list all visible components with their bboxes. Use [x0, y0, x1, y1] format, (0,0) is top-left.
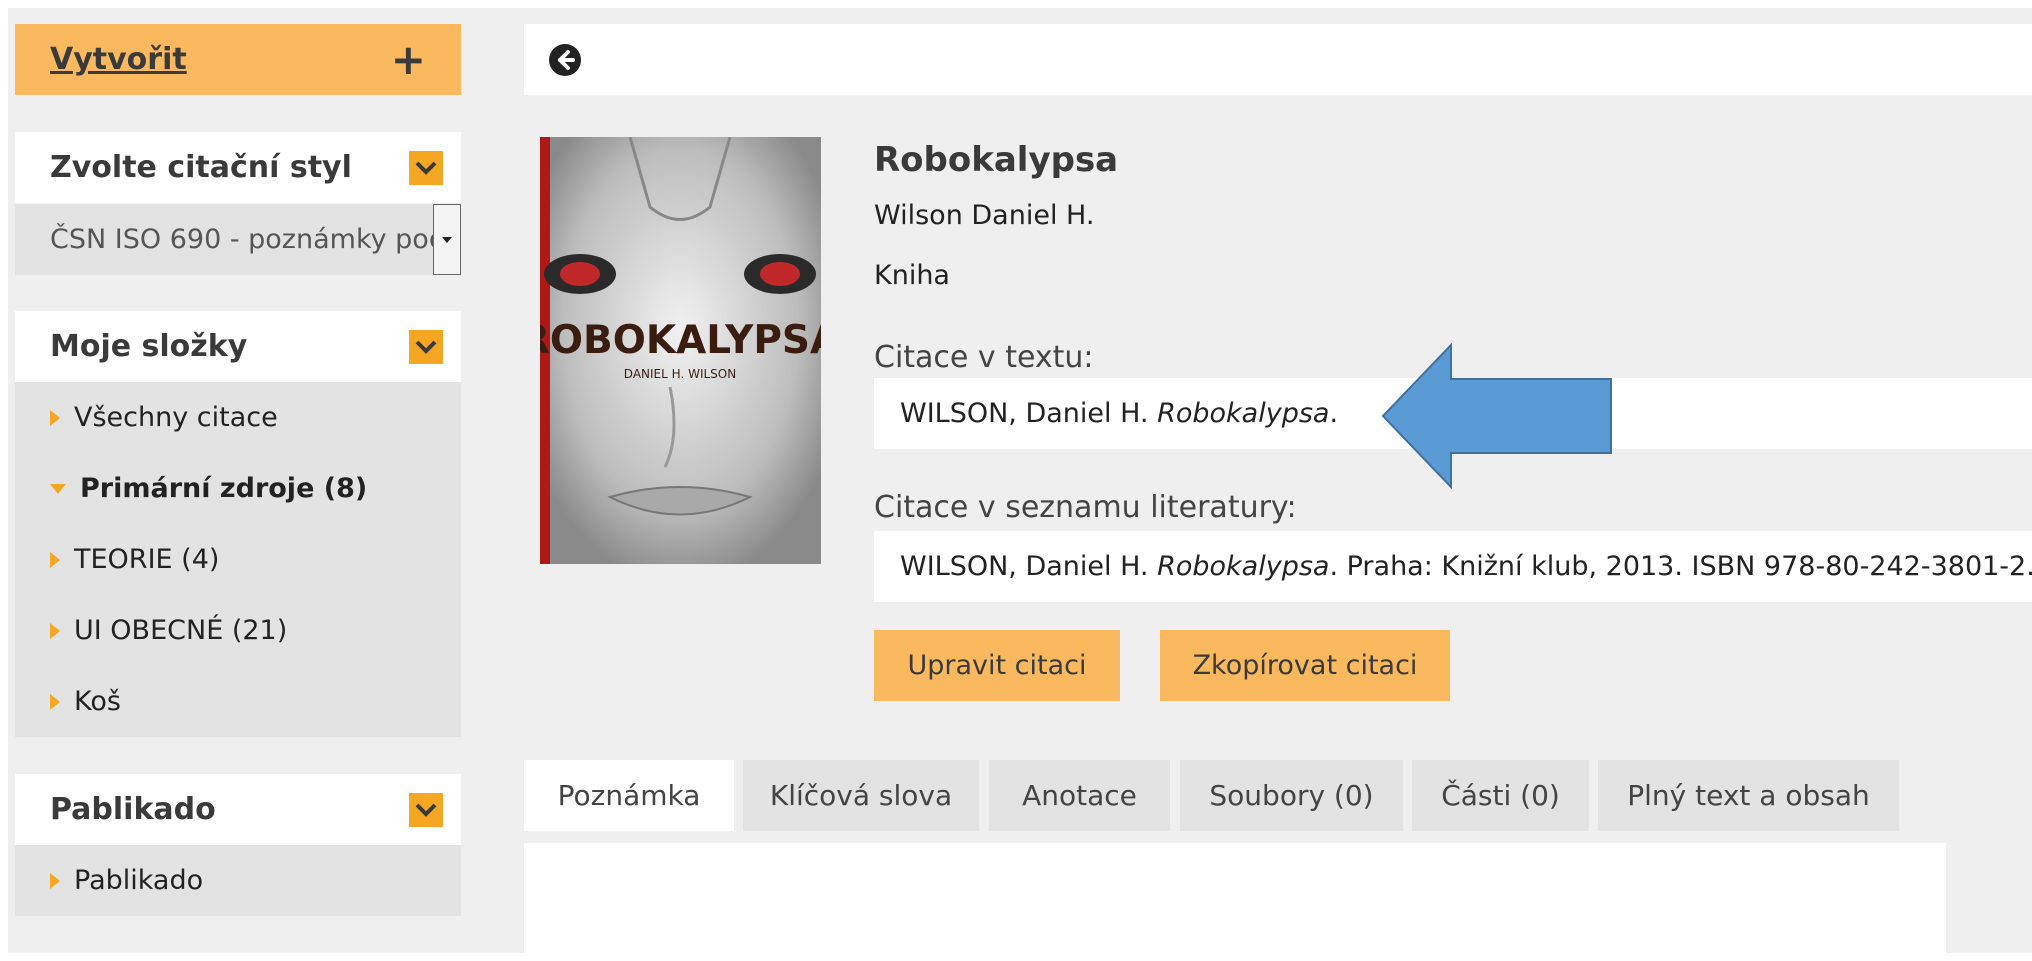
pablikado-header: Pablikado — [15, 774, 461, 845]
tab-content-area[interactable] — [524, 843, 1946, 961]
citation-style-header: Zvolte citační styl — [15, 132, 461, 203]
app-root: Vytvořit + Zvolte citační styl ČSN ISO 6… — [8, 8, 2032, 961]
folders-list: Všechny citace Primární zdroje (8) TEORI… — [15, 382, 461, 737]
pablikado-label: Pablikado — [74, 865, 204, 896]
copy-citation-button[interactable]: Zkopírovat citaci — [1160, 630, 1450, 701]
folder-ui-obecne[interactable]: UI OBECNÉ (21) — [15, 595, 461, 666]
cover-author: DANIEL H. WILSON — [624, 367, 736, 381]
in-text-title: Robokalypsa — [1157, 398, 1330, 429]
tab-keywords[interactable]: Klíčová slova — [743, 760, 979, 831]
in-text-citation-label: Citace v textu: — [874, 340, 1094, 375]
bib-title: Robokalypsa — [1157, 551, 1330, 582]
back-arrow-icon[interactable] — [548, 43, 582, 77]
chevron-down-icon[interactable] — [409, 329, 443, 364]
record-author: Wilson Daniel H. — [874, 200, 1095, 231]
create-label: Vytvořit — [50, 42, 187, 77]
caret-right-icon — [50, 693, 60, 710]
caret-right-icon — [50, 622, 60, 639]
caret-right-icon — [50, 872, 60, 889]
tab-parts[interactable]: Části (0) — [1412, 760, 1589, 831]
cover-title: ROBOKALYPSA — [540, 318, 821, 363]
folder-primary-sources[interactable]: Primární zdroje (8) — [15, 453, 461, 524]
bib-prefix: WILSON, Daniel H. — [900, 551, 1158, 582]
bibliography-citation-box[interactable]: WILSON, Daniel H. Robokalypsa . Praha: K… — [874, 531, 2032, 602]
caret-down-icon — [50, 483, 66, 494]
in-text-prefix: WILSON, Daniel H. — [900, 398, 1158, 429]
left-arrow-annotation-icon — [1381, 343, 1612, 489]
chevron-down-icon[interactable] — [409, 150, 443, 185]
folder-label: UI OBECNÉ (21) — [74, 615, 288, 646]
tab-fulltext[interactable]: Plný text a obsah — [1598, 760, 1899, 831]
pablikado-item[interactable]: Pablikado — [15, 845, 461, 916]
folder-all-citations[interactable]: Všechny citace — [15, 382, 461, 453]
book-cover-image: ROBOKALYPSA DANIEL H. WILSON — [540, 137, 821, 564]
citation-style-value: ČSN ISO 690 - poznámky pod čarou — [50, 224, 461, 255]
citation-style-select[interactable]: ČSN ISO 690 - poznámky pod čarou — [15, 204, 461, 275]
record-title: Robokalypsa — [874, 140, 1119, 180]
folders-header: Moje složky — [15, 311, 461, 382]
tab-files[interactable]: Soubory (0) — [1180, 760, 1403, 831]
edit-citation-button[interactable]: Upravit citaci — [874, 630, 1120, 701]
top-bar — [524, 24, 2032, 95]
folder-teorie[interactable]: TEORIE (4) — [15, 524, 461, 595]
pablikado-list: Pablikado — [15, 845, 461, 916]
caret-right-icon — [50, 409, 60, 426]
record-type: Kniha — [874, 260, 950, 291]
plus-icon: + — [390, 34, 426, 84]
folder-trash[interactable]: Koš — [15, 666, 461, 737]
bib-suffix: . Praha: Knižní klub, 2013. ISBN 978-80-… — [1329, 551, 2032, 582]
folder-label: Koš — [74, 686, 121, 717]
folder-label: Primární zdroje (8) — [80, 473, 368, 504]
create-button[interactable]: Vytvořit + — [15, 24, 461, 95]
dropdown-arrow-icon[interactable] — [433, 204, 461, 275]
bibliography-citation-label: Citace v seznamu literatury: — [874, 490, 1297, 525]
caret-right-icon — [50, 551, 60, 568]
folders-title: Moje složky — [50, 329, 248, 364]
in-text-suffix: . — [1329, 398, 1339, 429]
citation-style-title: Zvolte citační styl — [50, 150, 352, 185]
folder-label: TEORIE (4) — [74, 544, 220, 575]
tab-note[interactable]: Poznámka — [524, 760, 734, 831]
chevron-down-icon[interactable] — [409, 792, 443, 827]
tab-annotation[interactable]: Anotace — [989, 760, 1170, 831]
folder-label: Všechny citace — [74, 402, 278, 433]
pablikado-title: Pablikado — [50, 792, 216, 827]
